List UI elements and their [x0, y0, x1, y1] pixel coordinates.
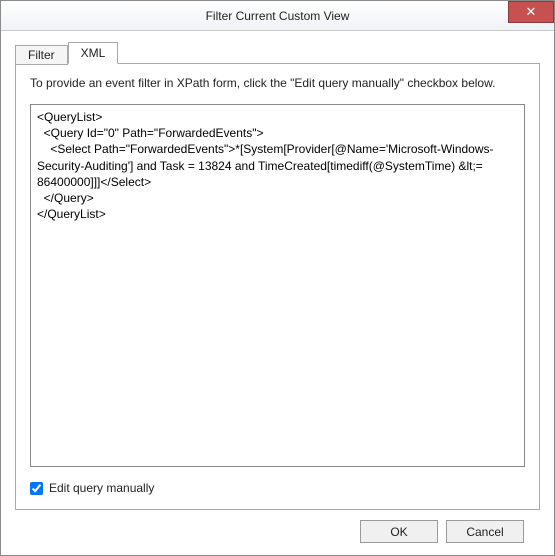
tab-xml-label: XML — [81, 46, 106, 60]
instruction-text: To provide an event filter in XPath form… — [30, 76, 525, 90]
edit-manually-row: Edit query manually — [30, 481, 525, 495]
client-area: Filter XML To provide an event filter in… — [1, 31, 554, 555]
dialog-window: Filter Current Custom View ✕ Filter XML … — [0, 0, 555, 556]
tab-xml[interactable]: XML — [68, 42, 119, 64]
edit-manually-label[interactable]: Edit query manually — [49, 481, 154, 495]
xml-tab-panel: To provide an event filter in XPath form… — [15, 63, 540, 510]
close-icon: ✕ — [526, 4, 537, 20]
window-title: Filter Current Custom View — [206, 9, 350, 23]
edit-manually-checkbox[interactable] — [30, 482, 43, 495]
tab-filter[interactable]: Filter — [15, 45, 68, 65]
titlebar: Filter Current Custom View ✕ — [1, 1, 554, 31]
xml-query-textarea[interactable] — [30, 104, 525, 467]
cancel-button[interactable]: Cancel — [446, 520, 524, 543]
tab-strip: Filter XML — [15, 41, 540, 63]
dialog-button-row: OK Cancel — [15, 510, 540, 543]
close-button[interactable]: ✕ — [508, 1, 554, 23]
tab-filter-label: Filter — [28, 48, 55, 62]
ok-button[interactable]: OK — [360, 520, 438, 543]
